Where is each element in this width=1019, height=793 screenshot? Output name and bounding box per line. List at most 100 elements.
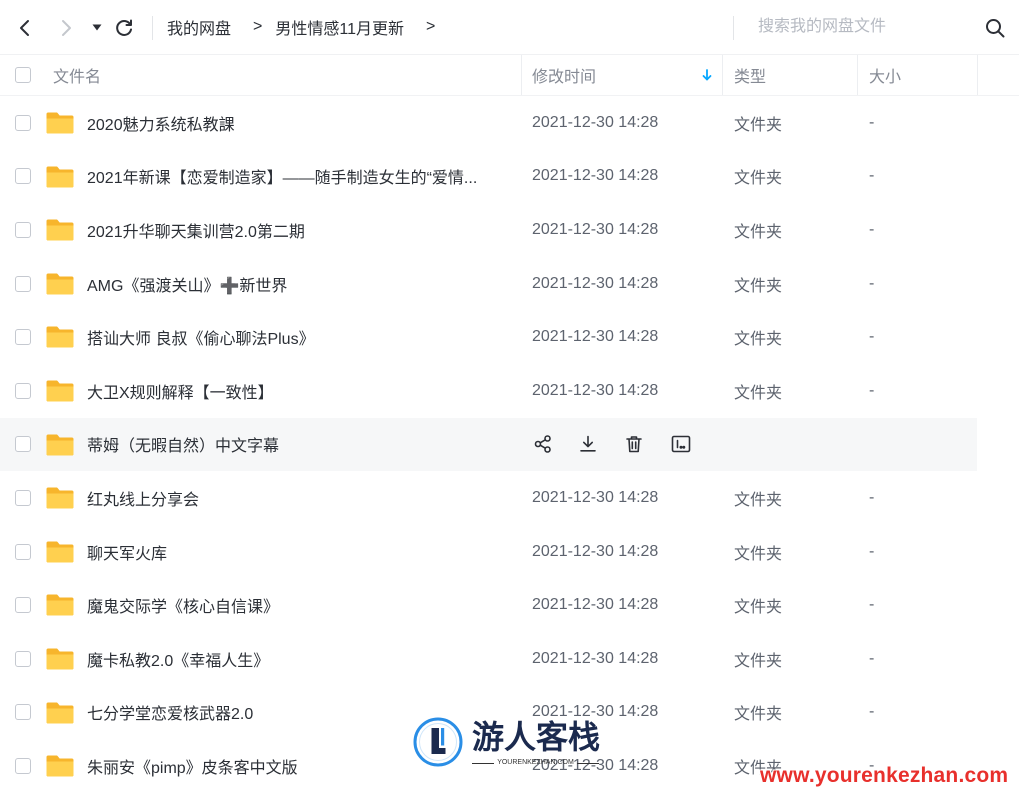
search-input[interactable] (745, 11, 977, 43)
file-row[interactable]: 搭讪大师 良叔《偷心聊法Plus》 2021-12-30 14:28 文件夹 - (0, 310, 977, 364)
column-header-size[interactable]: 大小 (869, 55, 901, 95)
row-checkbox[interactable] (15, 758, 31, 774)
file-name[interactable]: 朱丽安《pimp》皮条客中文版 (87, 739, 298, 793)
column-divider[interactable] (521, 55, 522, 95)
file-name[interactable]: 2021升华聊天集训营2.0第二期 (87, 203, 305, 257)
file-row[interactable]: 大卫X规则解释【一致性】2021-12-30 14:28文件夹- (0, 364, 977, 418)
file-list: 2020魅力系统私教課2021-12-30 14:28文件夹- 2021年新课【… (0, 96, 1019, 793)
file-size: - (869, 578, 874, 632)
breadcrumb-separator: > (253, 18, 262, 36)
folder-icon (46, 487, 74, 509)
file-modified-time: 2021-12-30 14:28 (532, 364, 658, 418)
arrow-down-icon[interactable] (702, 69, 712, 81)
row-checkbox[interactable] (15, 168, 31, 184)
row-checkbox[interactable] (15, 222, 31, 238)
file-type: 文件夹 (734, 96, 782, 150)
folder-icon (46, 594, 74, 616)
file-size: - (869, 739, 874, 793)
breadcrumb-item-root[interactable]: 我的网盘 (167, 15, 231, 39)
row-checkbox[interactable] (15, 544, 31, 560)
file-name[interactable]: 2020魅力系统私教課 (87, 96, 235, 150)
file-row[interactable]: 2021升华聊天集训营2.0第二期2021-12-30 14:28文件夹- (0, 203, 977, 257)
file-type: 文件夹 (734, 686, 782, 740)
file-modified-time: 2021-12-30 14:28 (532, 525, 658, 579)
row-checkbox[interactable] (15, 597, 31, 613)
file-modified-time: 2021-12-30 14:28 (532, 310, 658, 364)
column-header-type[interactable]: 类型 (734, 55, 766, 95)
file-name[interactable]: 2021年新课【恋爱制造家】——随手制造女生的“爱情... (87, 150, 477, 204)
file-name[interactable]: 魔鬼交际学《核心自信课》 (87, 578, 279, 632)
file-name[interactable]: AMG《强渡关山》➕新世界 (87, 257, 287, 311)
row-checkbox[interactable] (15, 383, 31, 399)
file-modified-time: 2021-12-30 14:28 (532, 632, 658, 686)
search-button[interactable] (984, 17, 1006, 39)
forward-button[interactable] (55, 17, 77, 39)
file-row[interactable]: 2021年新课【恋爱制造家】——随手制造女生的“爱情...2021-12-30 … (0, 150, 977, 204)
row-checkbox[interactable] (15, 651, 31, 667)
folder-icon (46, 112, 74, 134)
file-modified-time: 2021-12-30 14:28 (532, 471, 658, 525)
column-divider[interactable] (722, 55, 723, 95)
file-modified-time: 2021-12-30 14:28 (532, 257, 658, 311)
file-type: 文件夹 (734, 257, 782, 311)
column-divider[interactable] (857, 55, 858, 95)
folder-icon (46, 755, 74, 777)
select-all-checkbox[interactable] (15, 67, 31, 83)
folder-icon (46, 273, 74, 295)
file-modified-time: 2021-12-30 14:28 (532, 578, 658, 632)
file-row[interactable]: 聊天军火库2021-12-30 14:28文件夹- (0, 525, 977, 579)
breadcrumb-item-current-folder[interactable]: 男性情感11月更新 (275, 15, 404, 39)
file-name[interactable]: 红丸线上分享会 (87, 471, 199, 525)
toolbar-divider (152, 16, 153, 40)
folder-icon (46, 702, 74, 724)
file-size: - (869, 203, 874, 257)
column-header-name[interactable]: 文件名 (53, 55, 101, 95)
file-row[interactable]: 红丸线上分享会2021-12-30 14:28文件夹- (0, 471, 977, 525)
refresh-button[interactable] (113, 17, 135, 39)
history-dropdown-button[interactable] (92, 24, 102, 31)
row-checkbox[interactable] (15, 276, 31, 292)
file-size: - (869, 257, 874, 311)
back-button[interactable] (14, 17, 36, 39)
file-size: - (869, 686, 874, 740)
folder-icon (46, 166, 74, 188)
file-name[interactable]: 搭讪大师 良叔《偷心聊法Plus》 (87, 310, 315, 364)
delete-icon[interactable] (624, 434, 644, 454)
folder-icon (46, 648, 74, 670)
file-size: - (869, 471, 874, 525)
file-size: - (869, 310, 874, 364)
file-type: 文件夹 (734, 632, 782, 686)
file-name[interactable]: 七分学堂恋爱核武器2.0 (87, 686, 253, 740)
chevron-left-icon (14, 17, 36, 39)
row-checkbox[interactable] (15, 329, 31, 345)
file-row[interactable]: 蒂姆（无暇自然）中文字幕 (0, 418, 977, 472)
row-checkbox[interactable] (15, 490, 31, 506)
search-divider (733, 16, 734, 40)
file-type: 文件夹 (734, 578, 782, 632)
breadcrumb-separator[interactable]: > (426, 18, 435, 36)
file-type: 文件夹 (734, 310, 782, 364)
column-divider[interactable] (977, 55, 978, 95)
rename-icon[interactable] (671, 434, 691, 454)
file-type: 文件夹 (734, 525, 782, 579)
file-type: 文件夹 (734, 203, 782, 257)
file-name[interactable]: 蒂姆（无暇自然）中文字幕 (87, 418, 279, 472)
share-icon[interactable] (533, 434, 553, 454)
file-row[interactable]: 2020魅力系统私教課2021-12-30 14:28文件夹- (0, 96, 977, 150)
file-row[interactable]: 魔卡私教2.0《幸福人生》2021-12-30 14:28文件夹- (0, 632, 977, 686)
file-name[interactable]: 魔卡私教2.0《幸福人生》 (87, 632, 269, 686)
file-type: 文件夹 (734, 739, 782, 793)
column-header-modified[interactable]: 修改时间 (532, 55, 596, 95)
row-checkbox[interactable] (15, 704, 31, 720)
file-row[interactable]: 七分学堂恋爱核武器2.02021-12-30 14:28文件夹- (0, 686, 977, 740)
file-row[interactable]: 魔鬼交际学《核心自信课》 2021-12-30 14:28 文件夹 - (0, 578, 977, 632)
folder-icon (46, 541, 74, 563)
row-checkbox[interactable] (15, 115, 31, 131)
row-checkbox[interactable] (15, 436, 31, 452)
file-name[interactable]: 聊天军火库 (87, 525, 167, 579)
file-row[interactable]: 朱丽安《pimp》皮条客中文版2021-12-30 14:28文件夹- (0, 739, 977, 793)
file-row[interactable]: AMG《强渡关山》➕新世界 2021-12-30 14:28 文件夹 - (0, 257, 977, 311)
file-name[interactable]: 大卫X规则解释【一致性】 (87, 364, 274, 418)
download-icon[interactable] (578, 434, 598, 454)
caret-down-icon (92, 24, 102, 31)
